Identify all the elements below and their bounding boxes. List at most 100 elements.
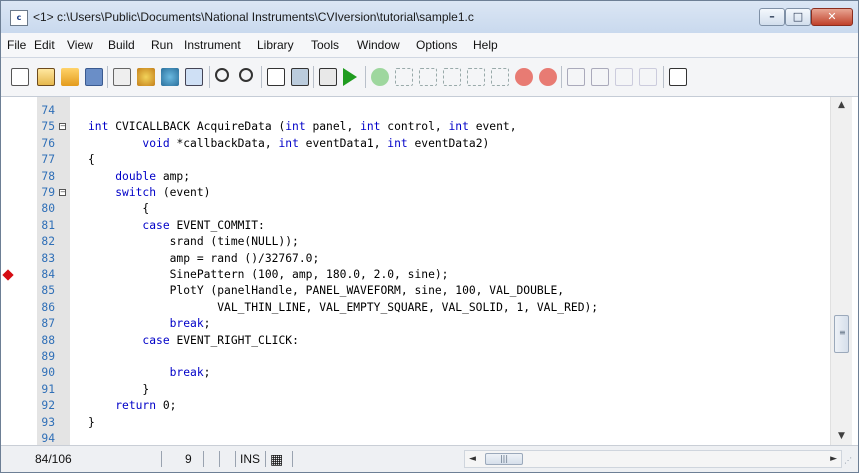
line-number: 90 <box>41 366 55 379</box>
save-icon[interactable] <box>85 68 103 86</box>
code-text: { <box>88 153 95 166</box>
expression-icon[interactable] <box>639 68 657 86</box>
vertical-scrollbar[interactable]: ▲ ≡ ▼ <box>830 97 852 445</box>
keyword: int <box>285 120 306 133</box>
line-number: 82 <box>41 235 55 248</box>
line-number: 85 <box>41 284 55 297</box>
find-icon[interactable] <box>215 68 229 82</box>
breakpoint-gutter[interactable] <box>1 97 37 445</box>
breakpoint-icon[interactable] <box>539 68 557 86</box>
scroll-right-arrow-icon[interactable]: ► <box>830 451 837 467</box>
source-editor[interactable]: 74 75− int CVICALLBACK AcquireData (int pa… <box>1 97 858 445</box>
line-number: 94 <box>41 432 55 445</box>
menu-build[interactable]: Build <box>108 38 135 52</box>
toolbar-separator <box>313 66 314 88</box>
stop-icon[interactable] <box>515 68 533 86</box>
toolbar-separator <box>663 66 664 88</box>
status-divider <box>292 451 293 467</box>
watch-icon[interactable] <box>615 68 633 86</box>
menu-tools[interactable]: Tools <box>311 38 339 52</box>
scroll-up-arrow-icon[interactable]: ▲ <box>831 97 852 114</box>
menu-library[interactable]: Library <box>257 38 294 52</box>
status-divider <box>219 451 220 467</box>
code-text: break; <box>169 317 211 330</box>
code-text: } <box>88 416 95 429</box>
maximize-icon: □ <box>792 10 804 23</box>
status-divider <box>235 451 236 467</box>
memory-icon[interactable] <box>669 68 687 86</box>
keyword: int <box>448 120 469 133</box>
cursor-column: 9 <box>185 452 192 466</box>
keyword: return <box>115 399 157 412</box>
code-text: switch (event) <box>115 186 211 199</box>
insert-mode: INS <box>240 452 261 466</box>
step-out-icon[interactable] <box>443 68 461 86</box>
build-icon[interactable] <box>113 68 131 86</box>
debug-icon[interactable] <box>161 68 179 86</box>
resize-grip-icon[interactable]: ⋰ <box>844 456 854 466</box>
step-over-icon[interactable] <box>419 68 437 86</box>
line-number: 91 <box>41 383 55 396</box>
keyword: int <box>360 120 381 133</box>
keyword: int <box>387 137 408 150</box>
menu-run[interactable]: Run <box>151 38 173 52</box>
compile-icon[interactable] <box>137 68 155 86</box>
open-icon[interactable] <box>37 68 55 86</box>
line-number: 92 <box>41 399 55 412</box>
scroll-down-arrow-icon[interactable]: ▼ <box>831 428 852 445</box>
code-text: srand (time(NULL)); <box>88 235 299 248</box>
keyword: case <box>142 334 170 347</box>
run-to-cursor-icon[interactable] <box>467 68 485 86</box>
close-icon: ✕ <box>827 10 837 23</box>
run-icon[interactable] <box>343 68 357 86</box>
menu-file[interactable]: File <box>7 38 26 52</box>
menu-options[interactable]: Options <box>416 38 457 52</box>
cursor-position: 84/106 <box>35 452 72 466</box>
scroll-left-arrow-icon[interactable]: ◄ <box>469 451 476 467</box>
horizontal-scrollbar[interactable]: ◄ ||| ► <box>464 450 842 468</box>
minimize-icon: – <box>769 10 775 23</box>
menu-instrument[interactable]: Instrument <box>184 38 241 52</box>
find-replace-icon[interactable] <box>239 68 253 82</box>
maximize-button[interactable]: □ <box>785 8 811 26</box>
line-number: 75 <box>41 120 55 133</box>
menu-window[interactable]: Window <box>357 38 400 52</box>
code-text: VAL_THIN_LINE, VAL_EMPTY_SQUARE, VAL_SOL… <box>88 301 599 314</box>
run-target-icon[interactable] <box>319 68 337 86</box>
keyword: int <box>88 120 109 133</box>
breakpoint-marker-icon[interactable] <box>2 269 14 281</box>
menu-help[interactable]: Help <box>473 38 498 52</box>
step-into-icon[interactable] <box>395 68 413 86</box>
minimize-button[interactable]: – <box>759 8 785 26</box>
folder-icon[interactable] <box>61 68 79 86</box>
keyword: switch <box>115 186 157 199</box>
workspace-icon[interactable] <box>11 68 29 86</box>
waveform-icon[interactable] <box>267 68 285 86</box>
line-number: 89 <box>41 350 55 363</box>
fold-toggle-icon[interactable]: − <box>59 123 66 130</box>
toolbar-separator <box>365 66 366 88</box>
toolbar-separator <box>561 66 562 88</box>
toggle-bookmark-icon[interactable] <box>567 68 585 86</box>
menu-view[interactable]: View <box>67 38 93 52</box>
code-text: case EVENT_COMMIT: <box>142 219 265 232</box>
vertical-scroll-thumb[interactable]: ≡ <box>834 315 849 353</box>
panel-icon[interactable] <box>185 68 203 86</box>
title-bar[interactable]: c <1> c:\Users\Public\Documents\National… <box>1 1 858 33</box>
editor-window: c <1> c:\Users\Public\Documents\National… <box>0 0 859 473</box>
finish-icon[interactable] <box>491 68 509 86</box>
line-number: 78 <box>41 170 55 183</box>
keyword: break <box>169 366 204 379</box>
line-number: 84 <box>41 268 55 281</box>
code-text: double amp; <box>115 170 191 183</box>
source-file-icon[interactable]: c <box>10 10 28 26</box>
keyword: double <box>115 170 157 183</box>
status-bar: 84/106 9 INS ▦ ◄ ||| ► ⋰ <box>1 445 858 472</box>
panel-edit-icon[interactable] <box>291 68 309 86</box>
horizontal-scroll-thumb[interactable]: ||| <box>485 453 523 465</box>
close-button[interactable]: ✕ <box>811 8 853 26</box>
fold-toggle-icon[interactable]: − <box>59 189 66 196</box>
menu-edit[interactable]: Edit <box>34 38 55 52</box>
next-bookmark-icon[interactable] <box>591 68 609 86</box>
go-icon[interactable] <box>371 68 389 86</box>
